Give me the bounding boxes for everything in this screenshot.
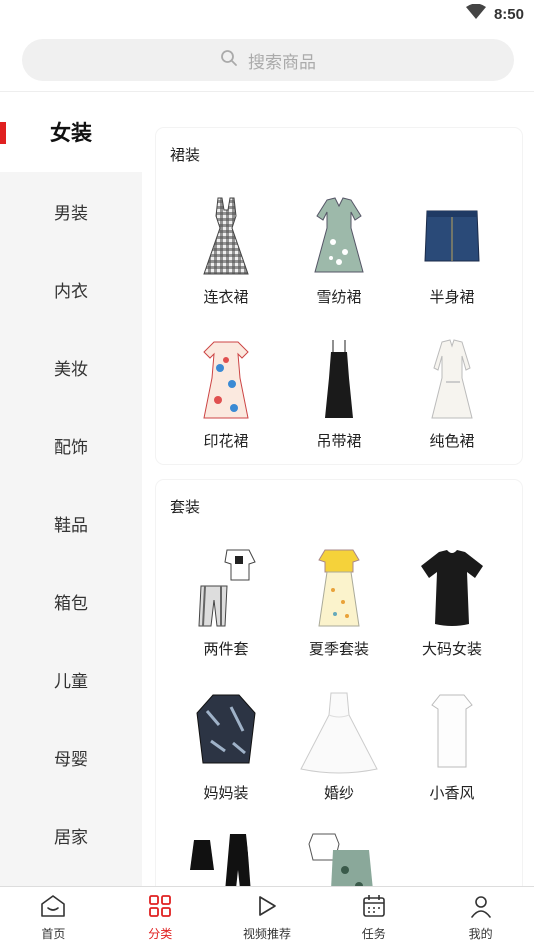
category-tile[interactable]: 吊带裙: [284, 330, 394, 451]
nav-category[interactable]: 分类: [107, 887, 214, 949]
sidebar-item-label: 内衣: [54, 281, 88, 302]
bottom-navigation: 首页 分类 视频推荐 任务 我的: [0, 886, 534, 949]
nav-label: 我的: [468, 927, 493, 941]
outfit-image: [171, 538, 281, 638]
dress-image: [397, 682, 507, 782]
dress-image: [397, 330, 507, 430]
sidebar-item-beauty[interactable]: 美妆: [0, 328, 142, 406]
category-tile[interactable]: 大码女装: [397, 538, 507, 659]
user-icon: [469, 894, 493, 922]
nav-video[interactable]: 视频推荐: [214, 887, 321, 949]
blouse-image: [171, 682, 281, 782]
nav-home[interactable]: 首页: [0, 887, 107, 949]
sidebar-item-label: 母婴: [54, 749, 88, 770]
category-screen: 8:50 搜索商品 女装 男装 内衣 美妆 配饰 鞋品 箱包 儿童 母婴 居家 …: [0, 0, 534, 949]
home-icon: [40, 894, 66, 922]
search-input[interactable]: 搜索商品: [22, 39, 514, 81]
section-card-dresses: 裙装 连衣裙 雪纺裙 半身裙 印花裙 吊带裙 纯色裙: [156, 128, 522, 464]
dress-image: [284, 186, 394, 286]
category-tile[interactable]: 半身裙: [397, 186, 507, 307]
status-time: 8:50: [493, 5, 524, 23]
tshirt-image: [397, 538, 507, 638]
section-title: 套装: [170, 498, 201, 516]
category-tile[interactable]: 妈妈装: [171, 682, 281, 803]
nav-label: 分类: [148, 927, 173, 941]
sidebar-item-home[interactable]: 居家: [0, 796, 142, 874]
category-tile[interactable]: 连衣裙: [171, 186, 281, 307]
sidebar-item-label: 儿童: [54, 671, 88, 692]
search-placeholder: 搜索商品: [248, 52, 316, 73]
nav-label: 首页: [41, 927, 66, 941]
sidebar-item-label: 女装: [50, 121, 92, 145]
sidebar-item-kids[interactable]: 儿童: [0, 640, 142, 718]
sidebar-item-shoes[interactable]: 鞋品: [0, 484, 142, 562]
nav-label: 视频推荐: [242, 927, 291, 941]
category-sidebar: 女装 男装 内衣 美妆 配饰 鞋品 箱包 儿童 母婴 居家: [0, 92, 142, 886]
sportswear-image: [171, 830, 281, 886]
dress-image: [284, 330, 394, 430]
category-tile[interactable]: 小香风: [397, 682, 507, 803]
category-content: 裙装 连衣裙 雪纺裙 半身裙 印花裙 吊带裙 纯色裙 套装 两件套 夏季套装 大…: [142, 92, 534, 886]
nav-label: 任务: [361, 927, 386, 941]
section-card-sets: 套装 两件套 夏季套装 大码女装 妈妈装 婚纱 小香风: [156, 480, 522, 886]
sidebar-item-label: 鞋品: [54, 515, 88, 536]
dress-image: [171, 186, 281, 286]
sidebar-item-label: 箱包: [54, 593, 88, 614]
sidebar-item-underwear[interactable]: 内衣: [0, 250, 142, 328]
category-tile[interactable]: 纯色裙: [397, 330, 507, 451]
calendar-icon: [362, 894, 386, 922]
category-icon: [148, 894, 172, 922]
category-tile[interactable]: 两件套: [171, 538, 281, 659]
status-bar: 8:50: [0, 0, 534, 28]
skirt-image: [397, 186, 507, 286]
category-tile[interactable]: 夏季套装: [284, 538, 394, 659]
dress-image: [171, 330, 281, 430]
category-tile[interactable]: 婚纱: [284, 682, 394, 803]
sidebar-item-label: 男装: [54, 203, 88, 224]
outfit-image: [284, 830, 394, 886]
section-title: 裙装: [170, 146, 201, 164]
wifi-icon: [465, 3, 486, 24]
sidebar-item-label: 居家: [54, 827, 88, 848]
sidebar-item-bags[interactable]: 箱包: [0, 562, 142, 640]
category-tile[interactable]: [171, 830, 281, 886]
search-header: 搜索商品: [0, 28, 534, 92]
wedding-dress-image: [284, 682, 394, 782]
sidebar-item-label: 配饰: [54, 437, 88, 458]
play-icon: [255, 894, 279, 922]
sidebar-item-label: 美妆: [54, 359, 88, 380]
nav-tasks[interactable]: 任务: [320, 887, 427, 949]
category-tile[interactable]: 印花裙: [171, 330, 281, 451]
sidebar-item-accessories[interactable]: 配饰: [0, 406, 142, 484]
nav-profile[interactable]: 我的: [427, 887, 534, 949]
search-icon: [220, 49, 238, 71]
sidebar-item-women[interactable]: 女装: [0, 92, 142, 172]
sidebar-item-men[interactable]: 男装: [0, 172, 142, 250]
category-tile[interactable]: [284, 830, 394, 886]
outfit-image: [284, 538, 394, 638]
sidebar-item-baby[interactable]: 母婴: [0, 718, 142, 796]
category-tile[interactable]: 雪纺裙: [284, 186, 394, 307]
